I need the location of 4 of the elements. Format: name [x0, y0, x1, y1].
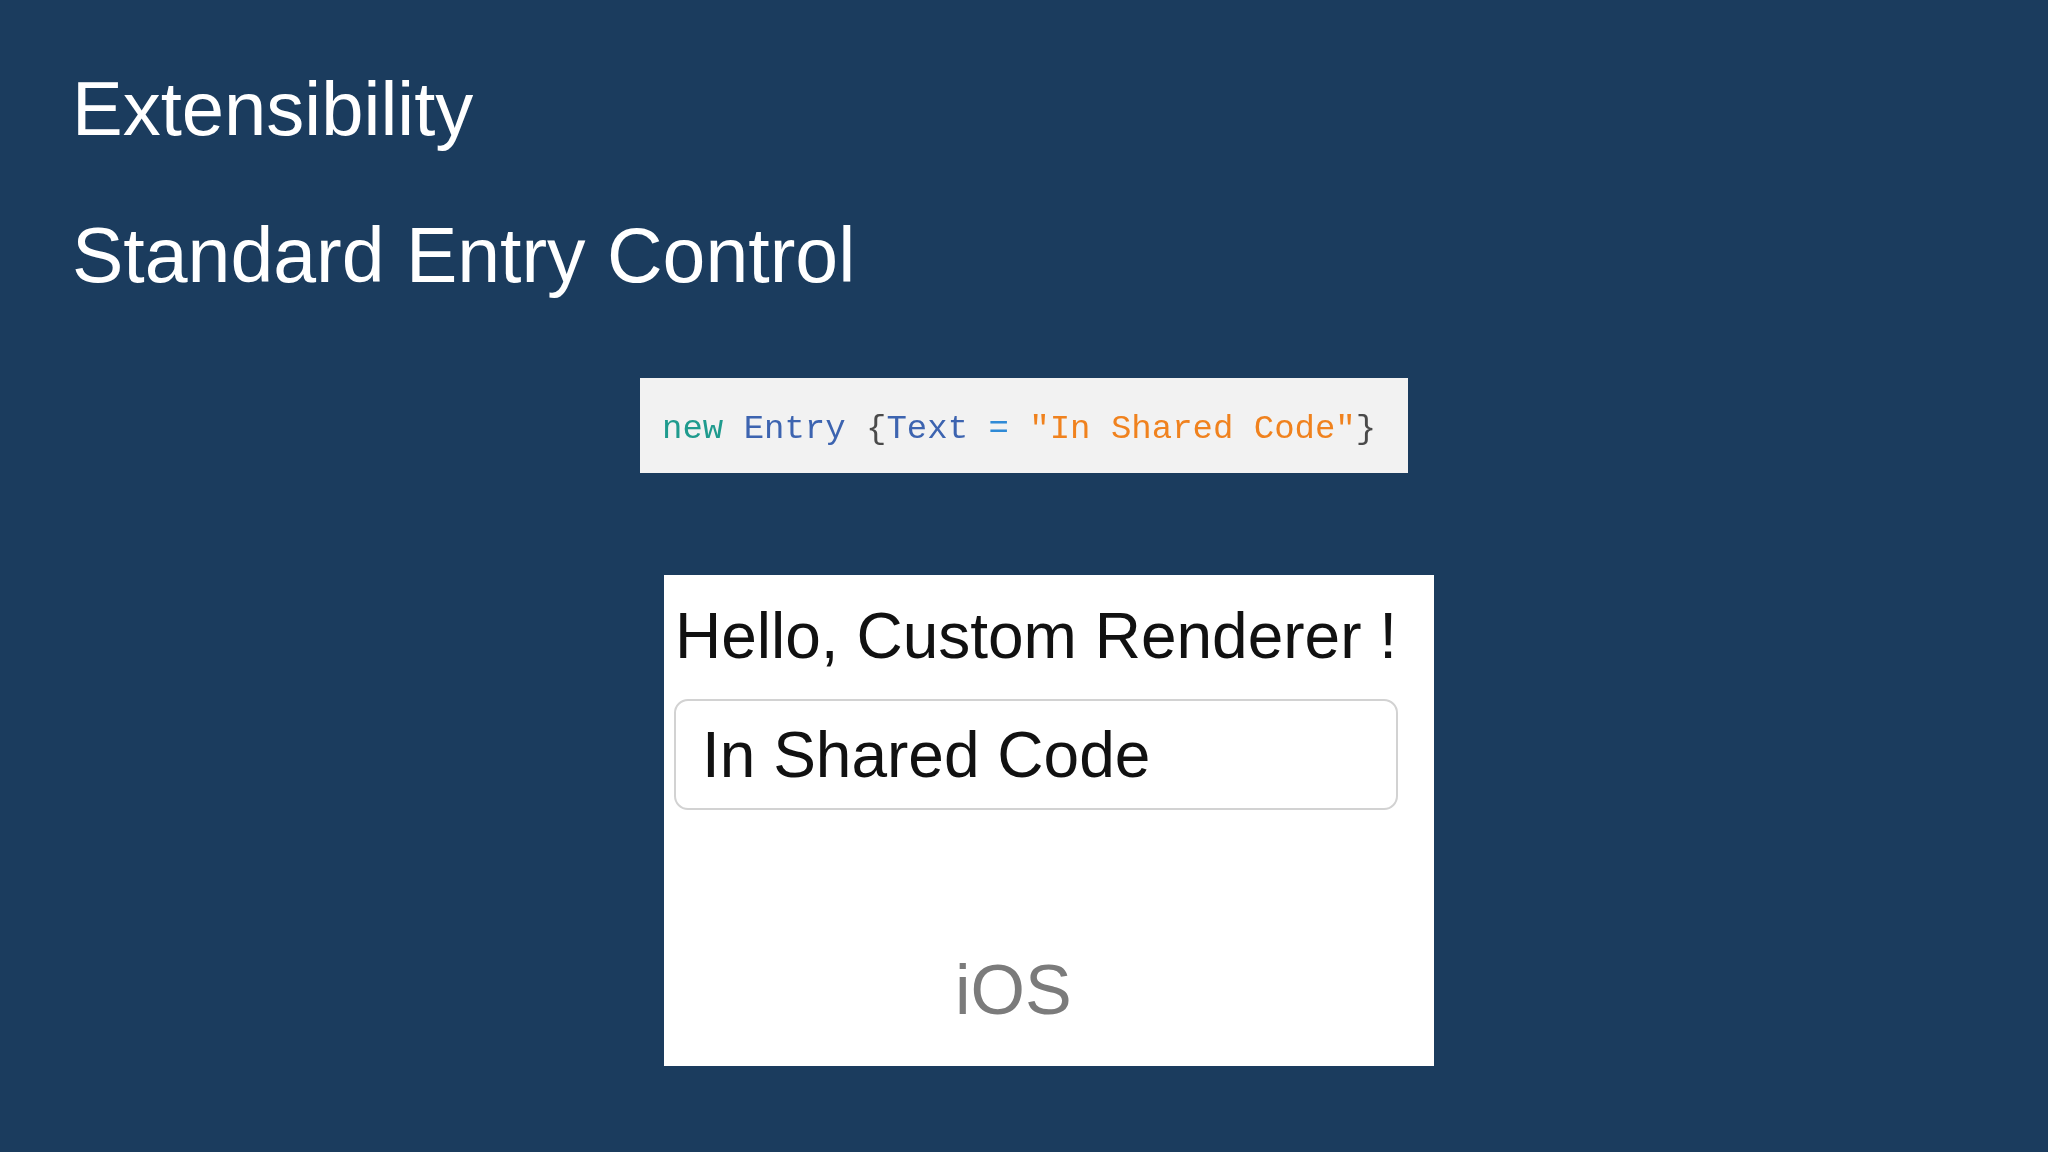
greeting-label: Hello, Custom Renderer ! — [675, 604, 1398, 668]
code-line: new Entry {Text = "In Shared Code"} — [662, 411, 1377, 446]
platform-caption: iOS — [955, 955, 1072, 1025]
entry-field[interactable]: In Shared Code — [674, 699, 1398, 810]
